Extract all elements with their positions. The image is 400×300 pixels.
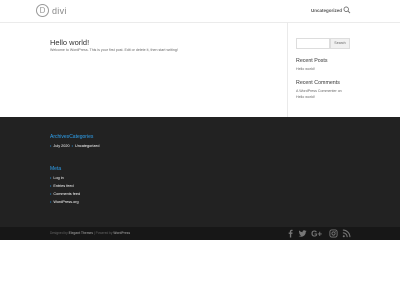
bullet-icon: • — [50, 200, 52, 204]
bullet-icon: • — [50, 184, 52, 188]
credit-designer-link[interactable]: Elegant Themes — [69, 231, 93, 235]
recent-comment-entry: A WordPress Commenter on — [296, 89, 342, 93]
meta-comments-feed-link[interactable]: Comments feed — [53, 192, 80, 196]
sidebar-search-input[interactable] — [296, 38, 330, 49]
archives-title: Archives — [50, 134, 70, 140]
facebook-icon[interactable] — [286, 229, 295, 238]
footer-bottom-bar: Designed by Elegant Themes | Powered by … — [0, 227, 400, 240]
comment-author-link[interactable]: A WordPress Commenter — [296, 89, 337, 93]
bullet-icon: • — [50, 192, 52, 196]
nav-item-uncategorized[interactable]: Uncategorized — [311, 8, 342, 13]
google-plus-icon[interactable]: G+ — [311, 229, 323, 238]
recent-post-link[interactable]: Hello world! — [296, 67, 315, 71]
meta-title: Meta — [50, 166, 62, 172]
meta-wordpress-link[interactable]: WordPress.org — [53, 200, 78, 204]
categories-link[interactable]: Uncategorized — [75, 144, 99, 148]
footer-archives-categories-heading: ArchivesCategories — [50, 134, 93, 140]
meta-item: • Entries feed — [50, 184, 74, 188]
comment-post-link[interactable]: Hello world! — [296, 95, 315, 99]
categories-title: Categories — [69, 134, 94, 140]
meta-login-link[interactable]: Log in — [53, 176, 63, 180]
bullet-icon: • — [50, 176, 52, 180]
meta-item: • Comments feed — [50, 192, 80, 196]
comment-on-text: on — [337, 89, 342, 93]
archives-link[interactable]: July 2020 — [53, 144, 69, 148]
recent-posts-title: Recent Posts — [296, 58, 328, 64]
site-logo[interactable]: D divi — [36, 4, 67, 17]
sidebar-divider — [287, 22, 288, 117]
svg-text:G+: G+ — [311, 230, 322, 238]
bullet-icon: • — [50, 144, 52, 148]
post-excerpt: Welcome to WordPress. This is your first… — [50, 48, 178, 52]
meta-item: • Log in — [50, 176, 64, 180]
footer-credit: Designed by Elegant Themes | Powered by … — [50, 231, 130, 235]
site-footer: ArchivesCategories • July 2020 • Uncategori… — [0, 117, 400, 227]
site-header: D divi Uncategorized — [0, 0, 400, 22]
bullet-icon: • — [71, 144, 73, 148]
search-icon[interactable] — [343, 6, 351, 14]
sidebar-search-button[interactable]: Search — [330, 38, 350, 49]
instagram-icon[interactable] — [329, 229, 338, 238]
footer-archives-row: • July 2020 • Uncategorized — [50, 144, 99, 148]
rss-icon[interactable] — [342, 229, 351, 238]
credit-platform-link[interactable]: WordPress — [113, 231, 130, 235]
recent-comments-title: Recent Comments — [296, 80, 340, 86]
meta-entries-feed-link[interactable]: Entries feed — [53, 184, 73, 188]
twitter-icon[interactable] — [298, 229, 307, 238]
logo-text: divi — [52, 5, 67, 16]
credit-separator: | Powered by — [93, 231, 113, 235]
credit-prefix: Designed by — [50, 231, 68, 235]
logo-mark: D — [36, 4, 49, 17]
post-title[interactable]: Hello world! — [50, 38, 89, 47]
meta-item: • WordPress.org — [50, 200, 79, 204]
